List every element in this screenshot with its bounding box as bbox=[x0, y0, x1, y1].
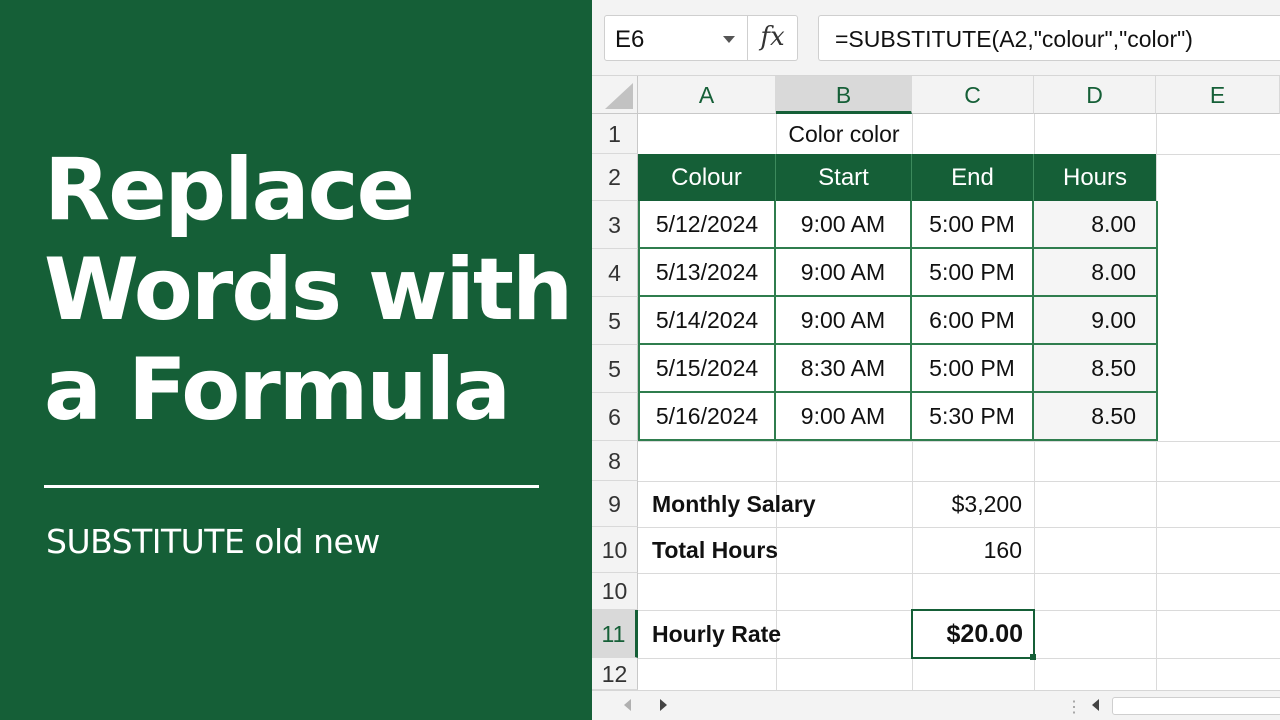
monthly-salary-label[interactable]: Monthly Salary bbox=[652, 481, 912, 527]
gridline bbox=[638, 441, 1280, 442]
row-header[interactable]: 1 bbox=[592, 114, 638, 154]
row-header[interactable]: 6 bbox=[592, 393, 638, 441]
total-hours-label[interactable]: Total Hours bbox=[652, 527, 912, 573]
table-header-colour[interactable]: Colour bbox=[638, 154, 776, 201]
title-line-3: a Formula bbox=[44, 340, 511, 440]
select-all-button[interactable] bbox=[592, 76, 638, 114]
worksheet-grid: A B C D E 1 2 3 4 5 5 6 8 9 10 10 11 12 … bbox=[592, 76, 1280, 690]
table-cell-hours[interactable]: 8.50 bbox=[1034, 345, 1158, 393]
spreadsheet-window: E6 fx =SUBSTITUTE(A2,"colour","color") A… bbox=[592, 0, 1280, 720]
chevron-down-icon[interactable] bbox=[723, 36, 735, 43]
table-cell-start[interactable]: 8:30 AM bbox=[776, 345, 912, 393]
table-cell-hours[interactable]: 8.50 bbox=[1034, 393, 1158, 441]
data-table: 5/12/2024 9:00 AM 5:00 PM 8.00 5/13/2024… bbox=[638, 201, 1158, 441]
table-cell-hours[interactable]: 8.00 bbox=[1034, 249, 1158, 297]
table-cell-hours[interactable]: 9.00 bbox=[1034, 297, 1158, 345]
title-divider bbox=[44, 485, 539, 488]
insert-function-button[interactable]: fx bbox=[748, 15, 798, 61]
hourly-rate-value-selected[interactable]: $20.00 bbox=[911, 609, 1035, 659]
column-header-e[interactable]: E bbox=[1156, 76, 1280, 114]
column-header-c[interactable]: C bbox=[912, 76, 1034, 114]
table-cell-date[interactable]: 5/15/2024 bbox=[640, 345, 776, 393]
title-line-1: Replace bbox=[44, 140, 415, 240]
hourly-rate-label[interactable]: Hourly Rate bbox=[652, 610, 912, 658]
column-header-b[interactable]: B bbox=[776, 76, 912, 114]
row-header[interactable]: 4 bbox=[592, 249, 638, 297]
title-panel: Replace Words with a Formula SUBSTITUTE … bbox=[0, 0, 592, 720]
table-cell-start[interactable]: 9:00 AM bbox=[776, 249, 912, 297]
total-hours-value[interactable]: 160 bbox=[912, 527, 1022, 573]
table-cell-start[interactable]: 9:00 AM bbox=[776, 201, 912, 249]
column-header-a[interactable]: A bbox=[638, 76, 776, 114]
splitter-handle-icon[interactable]: ⋮ bbox=[1066, 697, 1082, 717]
fill-handle[interactable] bbox=[1030, 654, 1036, 660]
table-header-hours[interactable]: Hours bbox=[1034, 154, 1156, 201]
formula-input[interactable]: =SUBSTITUTE(A2,"colour","color") bbox=[818, 15, 1280, 61]
horizontal-scrollbar[interactable] bbox=[1112, 697, 1280, 715]
scroll-right-icon[interactable] bbox=[660, 699, 667, 711]
table-cell-date[interactable]: 5/16/2024 bbox=[640, 393, 776, 441]
table-cell-end[interactable]: 5:00 PM bbox=[912, 345, 1034, 393]
table-cell-hours[interactable]: 8.00 bbox=[1034, 201, 1158, 249]
row-header[interactable]: 10 bbox=[592, 527, 638, 573]
row-header[interactable]: 9 bbox=[592, 481, 638, 527]
table-cell-start[interactable]: 9:00 AM bbox=[776, 297, 912, 345]
table-cell-end[interactable]: 5:00 PM bbox=[912, 201, 1034, 249]
table-cell-end[interactable]: 5:00 PM bbox=[912, 249, 1034, 297]
row-header[interactable]: 5 bbox=[592, 297, 638, 345]
row-header[interactable]: 12 bbox=[592, 658, 638, 690]
name-box[interactable]: E6 bbox=[604, 15, 748, 61]
row-header[interactable]: 2 bbox=[592, 154, 638, 201]
row-header[interactable]: 10 bbox=[592, 573, 638, 610]
sheet-tab-bar: ⋮ bbox=[592, 690, 1280, 720]
table-cell-date[interactable]: 5/12/2024 bbox=[640, 201, 776, 249]
formula-bar: E6 fx =SUBSTITUTE(A2,"colour","color") bbox=[592, 0, 1280, 76]
column-header-d[interactable]: D bbox=[1034, 76, 1156, 114]
scroll-left-icon[interactable] bbox=[624, 699, 631, 711]
table-cell-end[interactable]: 5:30 PM bbox=[912, 393, 1034, 441]
subtitle: SUBSTITUTE old new bbox=[46, 522, 380, 561]
gridline bbox=[638, 573, 1280, 574]
monthly-salary-value[interactable]: $3,200 bbox=[912, 481, 1022, 527]
table-cell-start[interactable]: 9:00 AM bbox=[776, 393, 912, 441]
table-header-end[interactable]: End bbox=[912, 154, 1034, 201]
table-header-start[interactable]: Start bbox=[776, 154, 912, 201]
hscroll-left-icon[interactable] bbox=[1092, 699, 1099, 711]
table-cell-date[interactable]: 5/13/2024 bbox=[640, 249, 776, 297]
cell-b1[interactable]: Color color bbox=[776, 114, 912, 154]
title-line-2: Words with bbox=[44, 240, 573, 340]
row-header[interactable]: 8 bbox=[592, 441, 638, 481]
row-header-selected[interactable]: 11 bbox=[592, 610, 638, 658]
row-header[interactable]: 3 bbox=[592, 201, 638, 249]
formula-text: =SUBSTITUTE(A2,"colour","color") bbox=[835, 26, 1193, 52]
select-all-triangle-icon bbox=[605, 83, 633, 109]
table-cell-end[interactable]: 6:00 PM bbox=[912, 297, 1034, 345]
page-title: Replace Words with a Formula bbox=[44, 140, 584, 440]
table-cell-date[interactable]: 5/14/2024 bbox=[640, 297, 776, 345]
name-box-value: E6 bbox=[615, 26, 645, 53]
row-header[interactable]: 5 bbox=[592, 345, 638, 393]
